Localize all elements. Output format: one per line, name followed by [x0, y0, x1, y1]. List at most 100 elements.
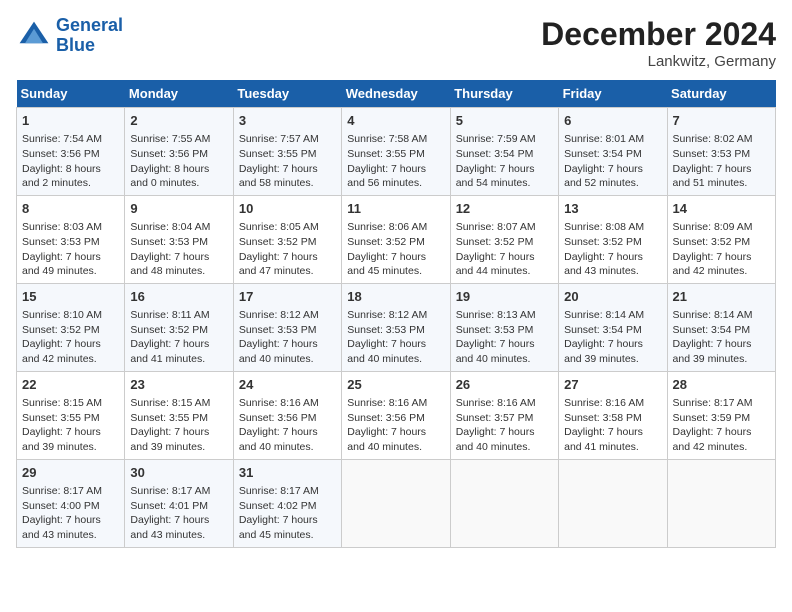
calendar-cell: 28 Sunrise: 8:17 AMSunset: 3:59 PMDayligh…: [667, 371, 775, 459]
calendar-body: 1 Sunrise: 7:54 AMSunset: 3:56 PMDaylight…: [17, 108, 776, 548]
day-number: 11: [347, 200, 444, 218]
logo-text: General Blue: [56, 16, 123, 56]
day-number: 15: [22, 288, 119, 306]
calendar-cell: 20Sunrise: 8:14 AMSunset: 3:54 PMDayligh…: [559, 283, 667, 371]
calendar-week-5: 29 Sunrise: 8:17 AMSunset: 4:00 PMDayligh…: [17, 459, 776, 547]
col-header-friday: Friday: [559, 80, 667, 108]
day-number: 12: [456, 200, 553, 218]
calendar-cell: 18 Sunrise: 8:12 AMSunset: 3:53 PMDayligh…: [342, 283, 450, 371]
location: Lankwitz, Germany: [541, 53, 776, 70]
calendar-week-4: 22 Sunrise: 8:15 AMSunset: 3:55 PMDayligh…: [17, 371, 776, 459]
day-info: Sunrise: 8:16 AMSunset: 3:58 PMDaylight:…: [564, 396, 661, 455]
day-info: Sunrise: 8:12 AMSunset: 3:53 PMDaylight:…: [239, 308, 336, 367]
calendar-cell: 11 Sunrise: 8:06 AMSunset: 3:52 PMDayligh…: [342, 195, 450, 283]
calendar-cell: [342, 459, 450, 547]
day-info: Sunrise: 7:57 AMSunset: 3:55 PMDaylight:…: [239, 132, 336, 191]
calendar-cell: 19 Sunrise: 8:13 AMSunset: 3:53 PMDayligh…: [450, 283, 558, 371]
calendar-cell: 17Sunrise: 8:12 AMSunset: 3:53 PMDayligh…: [233, 283, 341, 371]
calendar-cell: 1 Sunrise: 7:54 AMSunset: 3:56 PMDaylight…: [17, 108, 125, 196]
day-number: 28: [673, 376, 770, 394]
day-info: Sunrise: 8:16 AMSunset: 3:56 PMDaylight:…: [239, 396, 336, 455]
calendar-header: SundayMondayTuesdayWednesdayThursdayFrid…: [17, 80, 776, 108]
calendar-table: SundayMondayTuesdayWednesdayThursdayFrid…: [16, 80, 776, 548]
calendar-cell: 5 Sunrise: 7:59 AMSunset: 3:54 PMDaylight…: [450, 108, 558, 196]
calendar-cell: 29 Sunrise: 8:17 AMSunset: 4:00 PMDayligh…: [17, 459, 125, 547]
day-number: 14: [673, 200, 770, 218]
day-number: 16: [130, 288, 227, 306]
calendar-cell: 7Sunrise: 8:02 AMSunset: 3:53 PMDaylight…: [667, 108, 775, 196]
calendar-cell: 23Sunrise: 8:15 AMSunset: 3:55 PMDayligh…: [125, 371, 233, 459]
day-number: 20: [564, 288, 661, 306]
day-number: 6: [564, 112, 661, 130]
day-info: Sunrise: 8:16 AMSunset: 3:56 PMDaylight:…: [347, 396, 444, 455]
col-header-saturday: Saturday: [667, 80, 775, 108]
calendar-cell: 30 Sunrise: 8:17 AMSunset: 4:01 PMDayligh…: [125, 459, 233, 547]
day-number: 10: [239, 200, 336, 218]
day-info: Sunrise: 8:17 AMSunset: 3:59 PMDaylight:…: [673, 396, 770, 455]
day-number: 27: [564, 376, 661, 394]
day-number: 24: [239, 376, 336, 394]
day-number: 13: [564, 200, 661, 218]
day-info: Sunrise: 8:04 AMSunset: 3:53 PMDaylight:…: [130, 220, 227, 279]
day-number: 25: [347, 376, 444, 394]
calendar-cell: [559, 459, 667, 547]
day-info: Sunrise: 7:54 AMSunset: 3:56 PMDaylight:…: [22, 132, 119, 191]
col-header-monday: Monday: [125, 80, 233, 108]
day-number: 8: [22, 200, 119, 218]
day-info: Sunrise: 8:15 AMSunset: 3:55 PMDaylight:…: [22, 396, 119, 455]
calendar-cell: 31 Sunrise: 8:17 AMSunset: 4:02 PMDayligh…: [233, 459, 341, 547]
day-info: Sunrise: 8:17 AMSunset: 4:02 PMDaylight:…: [239, 484, 336, 543]
calendar-cell: 6 Sunrise: 8:01 AMSunset: 3:54 PMDaylight…: [559, 108, 667, 196]
calendar-week-3: 15Sunrise: 8:10 AMSunset: 3:52 PMDayligh…: [17, 283, 776, 371]
day-number: 4: [347, 112, 444, 130]
day-info: Sunrise: 8:06 AMSunset: 3:52 PMDaylight:…: [347, 220, 444, 279]
calendar-cell: 16Sunrise: 8:11 AMSunset: 3:52 PMDayligh…: [125, 283, 233, 371]
day-info: Sunrise: 8:01 AMSunset: 3:54 PMDaylight:…: [564, 132, 661, 191]
calendar-cell: 10 Sunrise: 8:05 AMSunset: 3:52 PMDayligh…: [233, 195, 341, 283]
day-number: 22: [22, 376, 119, 394]
day-info: Sunrise: 7:59 AMSunset: 3:54 PMDaylight:…: [456, 132, 553, 191]
day-info: Sunrise: 8:17 AMSunset: 4:00 PMDaylight:…: [22, 484, 119, 543]
calendar-cell: 27 Sunrise: 8:16 AMSunset: 3:58 PMDayligh…: [559, 371, 667, 459]
day-info: Sunrise: 7:58 AMSunset: 3:55 PMDaylight:…: [347, 132, 444, 191]
day-number: 1: [22, 112, 119, 130]
calendar-cell: 14Sunrise: 8:09 AMSunset: 3:52 PMDayligh…: [667, 195, 775, 283]
calendar-cell: 24 Sunrise: 8:16 AMSunset: 3:56 PMDayligh…: [233, 371, 341, 459]
calendar-week-2: 8 Sunrise: 8:03 AMSunset: 3:53 PMDaylight…: [17, 195, 776, 283]
calendar-cell: 13 Sunrise: 8:08 AMSunset: 3:52 PMDayligh…: [559, 195, 667, 283]
day-info: Sunrise: 8:14 AMSunset: 3:54 PMDaylight:…: [673, 308, 770, 367]
calendar-cell: 3Sunrise: 7:57 AMSunset: 3:55 PMDaylight…: [233, 108, 341, 196]
col-header-tuesday: Tuesday: [233, 80, 341, 108]
calendar-cell: 8 Sunrise: 8:03 AMSunset: 3:53 PMDaylight…: [17, 195, 125, 283]
day-info: Sunrise: 8:12 AMSunset: 3:53 PMDaylight:…: [347, 308, 444, 367]
day-number: 29: [22, 464, 119, 482]
day-number: 9: [130, 200, 227, 218]
day-info: Sunrise: 8:17 AMSunset: 4:01 PMDaylight:…: [130, 484, 227, 543]
col-header-thursday: Thursday: [450, 80, 558, 108]
day-info: Sunrise: 8:02 AMSunset: 3:53 PMDaylight:…: [673, 132, 770, 191]
day-info: Sunrise: 8:08 AMSunset: 3:52 PMDaylight:…: [564, 220, 661, 279]
calendar-cell: 22 Sunrise: 8:15 AMSunset: 3:55 PMDayligh…: [17, 371, 125, 459]
day-number: 26: [456, 376, 553, 394]
col-header-wednesday: Wednesday: [342, 80, 450, 108]
month-title: December 2024: [541, 16, 776, 53]
day-number: 2: [130, 112, 227, 130]
logo-icon: [16, 18, 52, 54]
day-info: Sunrise: 8:13 AMSunset: 3:53 PMDaylight:…: [456, 308, 553, 367]
day-info: Sunrise: 8:05 AMSunset: 3:52 PMDaylight:…: [239, 220, 336, 279]
calendar-cell: 4 Sunrise: 7:58 AMSunset: 3:55 PMDaylight…: [342, 108, 450, 196]
day-number: 31: [239, 464, 336, 482]
day-number: 18: [347, 288, 444, 306]
day-number: 19: [456, 288, 553, 306]
col-header-sunday: Sunday: [17, 80, 125, 108]
day-number: 5: [456, 112, 553, 130]
title-block: December 2024 Lankwitz, Germany: [541, 16, 776, 70]
calendar-cell: [450, 459, 558, 547]
day-number: 23: [130, 376, 227, 394]
day-info: Sunrise: 8:03 AMSunset: 3:53 PMDaylight:…: [22, 220, 119, 279]
day-info: Sunrise: 8:07 AMSunset: 3:52 PMDaylight:…: [456, 220, 553, 279]
day-number: 30: [130, 464, 227, 482]
day-info: Sunrise: 7:55 AMSunset: 3:56 PMDaylight:…: [130, 132, 227, 191]
calendar-cell: [667, 459, 775, 547]
calendar-week-1: 1 Sunrise: 7:54 AMSunset: 3:56 PMDaylight…: [17, 108, 776, 196]
